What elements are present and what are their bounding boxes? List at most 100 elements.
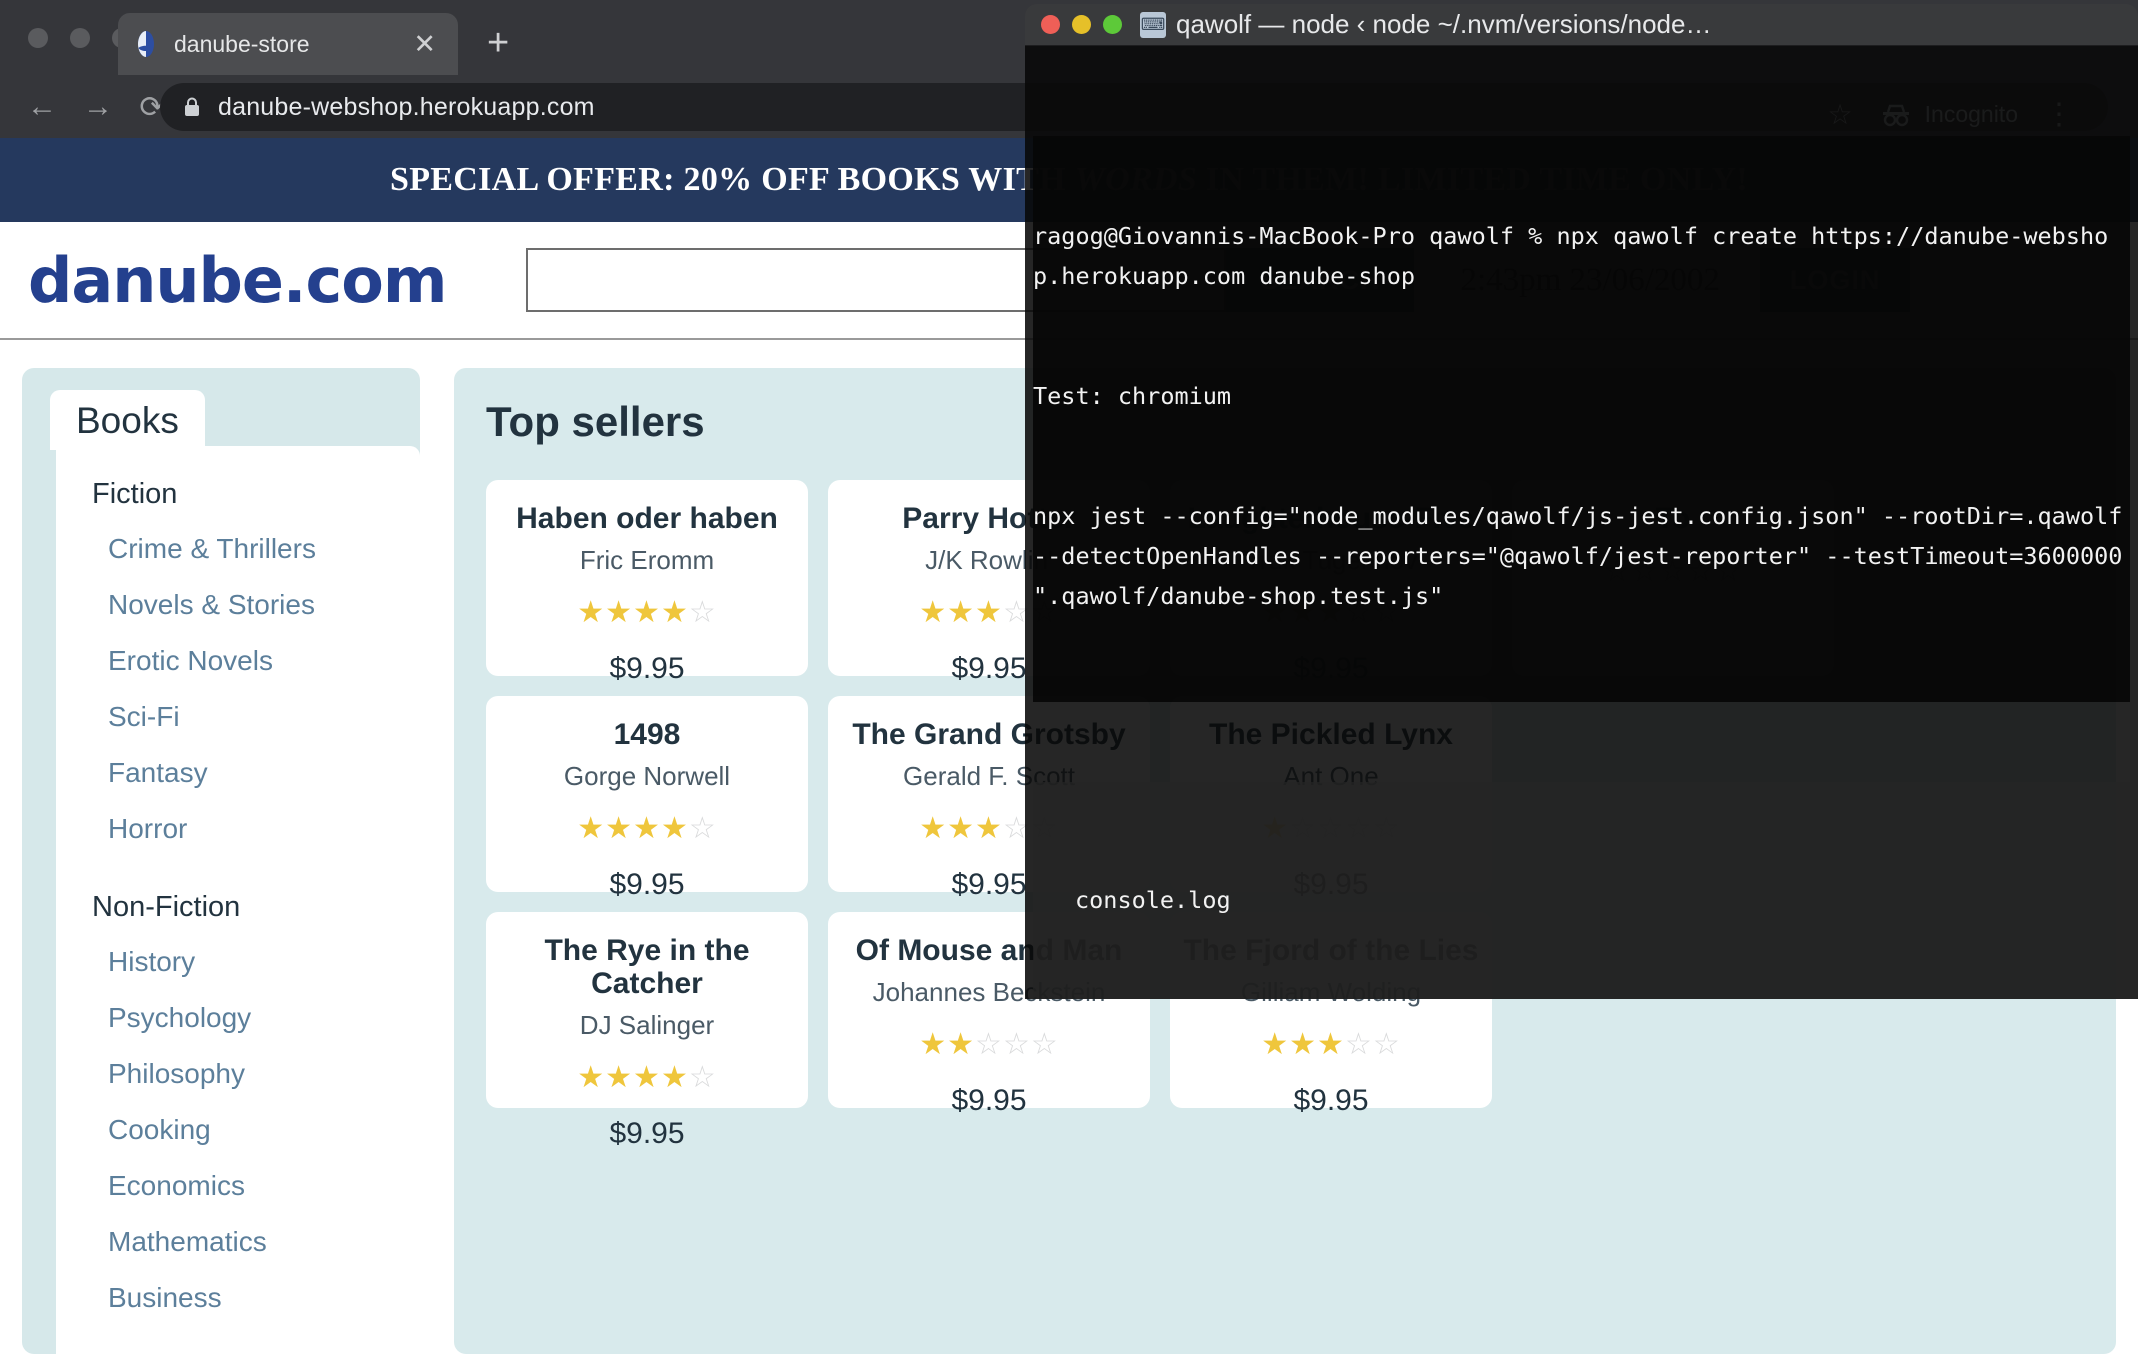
star-icon: ★ [577,812,606,845]
book-card[interactable]: Haben oder haben Fric Eromm ★★★★☆ $9.95 [486,480,808,685]
star-icon: ☆ [1344,1028,1373,1061]
sidebar-item-fantasy[interactable]: Fantasy [56,745,420,801]
book-rating: ★★★★☆ [496,1063,798,1093]
terminal-body[interactable]: ragog@Giovannis-MacBook-Pro qawolf % npx… [1025,46,2138,999]
star-icon: ☆ [1030,1028,1059,1061]
lock-icon [184,97,200,117]
terminal-command-block: ragog@Giovannis-MacBook-Pro qawolf % npx… [1033,136,2130,702]
star-icon: ★ [633,812,661,845]
terminal-app-icon: ⌨ [1140,11,1166,38]
minimize-window-button[interactable] [70,28,90,48]
sidebar-section-nonfiction: Non-Fiction History Psychology Philosoph… [56,857,420,1326]
sidebar-item-crime-thrillers[interactable]: Crime & Thrillers [56,521,420,577]
terminal-line-jest: npx jest --config="node_modules/qawolf/j… [1033,502,2137,610]
book-title: 1498 [613,718,681,751]
terminal-line-test: Test: chromium [1033,382,1232,410]
star-icon: ☆ [975,1028,1003,1061]
star-icon: ★ [633,596,661,629]
star-icon: ☆ [1372,1028,1401,1061]
sidebar-tab-books[interactable]: Books [50,390,205,450]
star-icon: ★ [605,596,634,629]
star-icon: ★ [975,812,1003,845]
terminal-titlebar: ⌨ qawolf — node ‹ node ~/.nvm/versions/n… [1025,4,2138,46]
star-icon: ★ [947,812,976,845]
tab-title: danube-store [174,30,310,57]
site-logo[interactable]: danube.com [28,244,447,317]
star-icon: ★ [605,1061,634,1094]
new-tab-icon[interactable]: + [487,24,509,62]
book-card[interactable]: 1498 Gorge Norwell ★★★★☆ $9.95 [486,696,808,901]
book-rating: ★★☆☆☆ [838,1030,1140,1060]
book-author: DJ Salinger [579,1010,715,1040]
category-sidebar: Books Fiction Crime & Thrillers Novels &… [22,368,420,1354]
star-icon: ☆ [1002,1028,1031,1061]
terminal-console-block: console.log 🐺 QA Wolf is ready to create… [1033,782,2130,999]
sidebar-section-fiction: Fiction Crime & Thrillers Novels & Stori… [56,472,420,857]
book-price: $9.95 [951,1084,1027,1117]
sidebar-item-philosophy[interactable]: Philosophy [56,1046,420,1102]
star-icon: ★ [1317,1028,1345,1061]
sidebar-item-business[interactable]: Business [56,1270,420,1326]
book-title: Haben oder haben [516,502,778,535]
window-controls[interactable] [28,28,132,48]
terminal-console-label: console.log [1075,886,1231,914]
star-icon: ★ [947,1028,976,1061]
book-title: The Rye in the Catcher [544,934,750,1000]
sidebar-item-horror[interactable]: Horror [56,801,420,857]
promo-text-before: SPECIAL OFFER: 20% OFF BOOKS WITH [390,161,1075,198]
section-title-nonfiction: Non-Fiction [92,891,241,923]
star-icon: ★ [577,596,606,629]
book-rating: ★★★☆☆ [1180,1030,1482,1060]
star-icon: ☆ [688,596,717,629]
section-title-fiction: Fiction [92,478,178,510]
star-icon: ☆ [688,812,717,845]
sidebar-item-history[interactable]: History [56,934,420,990]
terminal-maximize-button[interactable] [1103,15,1122,34]
sidebar-panel: Fiction Crime & Thrillers Novels & Stori… [56,446,420,1354]
sidebar-item-psychology[interactable]: Psychology [56,990,420,1046]
url-text: danube-webshop.herokuapp.com [218,92,595,121]
close-tab-icon[interactable]: ✕ [405,29,444,60]
terminal-minimize-button[interactable] [1072,15,1091,34]
browser-window: danube-store ✕ + ← → ⟳ danube-webshop.he… [0,0,2138,1354]
book-price: $9.95 [1293,1084,1369,1117]
sidebar-item-cooking[interactable]: Cooking [56,1102,420,1158]
star-icon: ★ [660,812,689,845]
terminal-window[interactable]: ⌨ qawolf — node ‹ node ~/.nvm/versions/n… [1025,4,2138,999]
star-icon: ★ [605,812,634,845]
book-author: Gorge Norwell [563,761,731,791]
terminal-title: qawolf — node ‹ node ~/.nvm/versions/nod… [1176,9,1712,39]
terminal-window-controls[interactable] [1041,15,1122,34]
book-rating: ★★★★☆ [496,814,798,844]
book-price: $9.95 [609,1117,685,1150]
sidebar-item-economics[interactable]: Economics [56,1158,420,1214]
star-icon: ★ [975,596,1003,629]
star-icon: ★ [1261,1028,1290,1061]
star-icon: ★ [919,812,948,845]
terminal-close-button[interactable] [1041,15,1060,34]
book-price: $9.95 [609,868,685,901]
sidebar-item-erotic-novels[interactable]: Erotic Novels [56,633,420,689]
star-icon: ☆ [688,1061,717,1094]
forward-icon[interactable]: → [78,87,118,127]
danube-favicon-icon [132,30,160,58]
star-icon: ★ [1289,1028,1318,1061]
book-author: Fric Eromm [579,545,715,575]
star-icon: ★ [919,1028,948,1061]
close-window-button[interactable] [28,28,48,48]
terminal-line-command: ragog@Giovannis-MacBook-Pro qawolf % npx… [1033,222,2109,290]
star-icon: ★ [633,1061,661,1094]
star-icon: ★ [660,596,689,629]
star-icon: ★ [947,596,976,629]
book-card[interactable]: The Rye in the Catcher DJ Salinger ★★★★☆ $9… [486,912,808,1150]
star-icon: ★ [919,596,948,629]
sidebar-item-novels-stories[interactable]: Novels & Stories [56,577,420,633]
sidebar-item-mathematics[interactable]: Mathematics [56,1214,420,1270]
book-price: $9.95 [609,652,685,685]
back-icon[interactable]: ← [22,87,62,127]
sidebar-item-sci-fi[interactable]: Sci-Fi [56,689,420,745]
browser-tab[interactable]: danube-store ✕ [118,13,458,75]
book-rating: ★★★★☆ [496,598,798,628]
star-icon: ★ [660,1061,689,1094]
star-icon: ★ [577,1061,606,1094]
